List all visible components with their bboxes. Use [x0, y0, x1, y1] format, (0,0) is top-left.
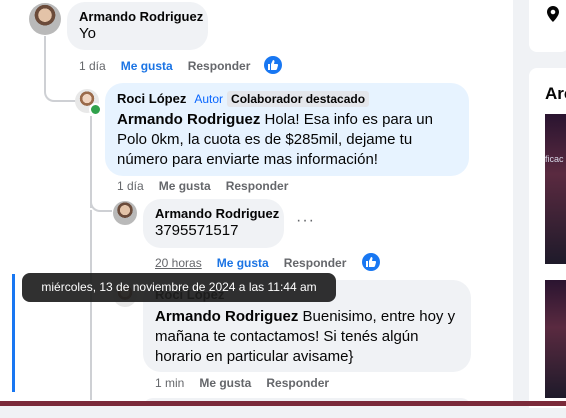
- comment-body: Armando Rodriguez Hola! Esa info es para…: [117, 110, 457, 170]
- like-reaction-icon[interactable]: [264, 56, 282, 74]
- like-reaction-icon[interactable]: [362, 253, 380, 271]
- online-status-dot: [89, 103, 102, 116]
- comment-time[interactable]: 1 día: [117, 179, 144, 193]
- comment-author[interactable]: Armando Rodriguez: [155, 206, 279, 221]
- comment-actions: 1 min Me gusta Responder: [155, 376, 344, 390]
- reply-button[interactable]: Responder: [226, 179, 289, 193]
- comment-text: Yo: [79, 25, 96, 42]
- comment-author[interactable]: Armando Rodriguez: [79, 9, 203, 24]
- comment-actions: 1 día Me gusta Responder: [117, 179, 303, 193]
- author-tag: Autor: [194, 92, 224, 106]
- thread-line: [90, 210, 92, 400]
- comment-time[interactable]: 1 día: [79, 59, 106, 73]
- comment-body: Armando Rodriguez Buenisimo, entre hoy y…: [155, 307, 459, 367]
- reel-thumbnail-text: ficac: [545, 154, 564, 164]
- comment-actions: 20 horas Me gusta Responder: [155, 256, 361, 270]
- reply-button[interactable]: Responder: [266, 376, 329, 390]
- comment-actions: 1 día Me gusta Responder: [79, 59, 265, 73]
- comment-time[interactable]: 1 min: [155, 376, 184, 390]
- avatar[interactable]: [29, 3, 61, 35]
- reply-button[interactable]: Responder: [284, 256, 347, 270]
- comment-text: 3795571517: [155, 222, 239, 239]
- like-button[interactable]: Me gusta: [217, 256, 269, 270]
- like-button[interactable]: Me gusta: [121, 59, 173, 73]
- like-button[interactable]: Me gusta: [199, 376, 251, 390]
- reels-card-title: Arc: [545, 84, 566, 103]
- comment-bubble: Roci López Autor Colaborador destacado Arm…: [105, 83, 469, 176]
- focus-indicator: [12, 274, 15, 392]
- comment-header: Roci López Autor Colaborador destacado: [117, 91, 457, 107]
- comment-time[interactable]: 20 horas: [155, 256, 202, 270]
- location-pin-icon: [547, 6, 559, 22]
- thread-line: [90, 116, 92, 208]
- reel-thumbnail[interactable]: ficac: [545, 114, 566, 264]
- contributor-badge: Colaborador destacado: [227, 91, 370, 107]
- mention-link[interactable]: Armando Rodriguez: [155, 308, 298, 325]
- comment-author[interactable]: Roci López: [117, 91, 186, 106]
- more-options-icon[interactable]: ···: [296, 212, 315, 230]
- comment-bubble: Armando Rodriguez Yo: [67, 2, 208, 50]
- like-button[interactable]: Me gusta: [159, 179, 211, 193]
- avatar[interactable]: [113, 201, 137, 225]
- reply-button[interactable]: Responder: [188, 59, 251, 73]
- timestamp-tooltip: miércoles, 13 de noviembre de 2024 a las…: [22, 273, 336, 302]
- bottom-strip: [0, 401, 566, 406]
- reel-thumbnail-2[interactable]: [545, 280, 566, 398]
- thread-connector: [44, 86, 76, 102]
- thread-line: [44, 36, 46, 88]
- mention-link[interactable]: Armando Rodriguez: [117, 111, 260, 128]
- comment-bubble: Armando Rodriguez 3795571517: [143, 199, 284, 248]
- thread-connector: [90, 198, 112, 212]
